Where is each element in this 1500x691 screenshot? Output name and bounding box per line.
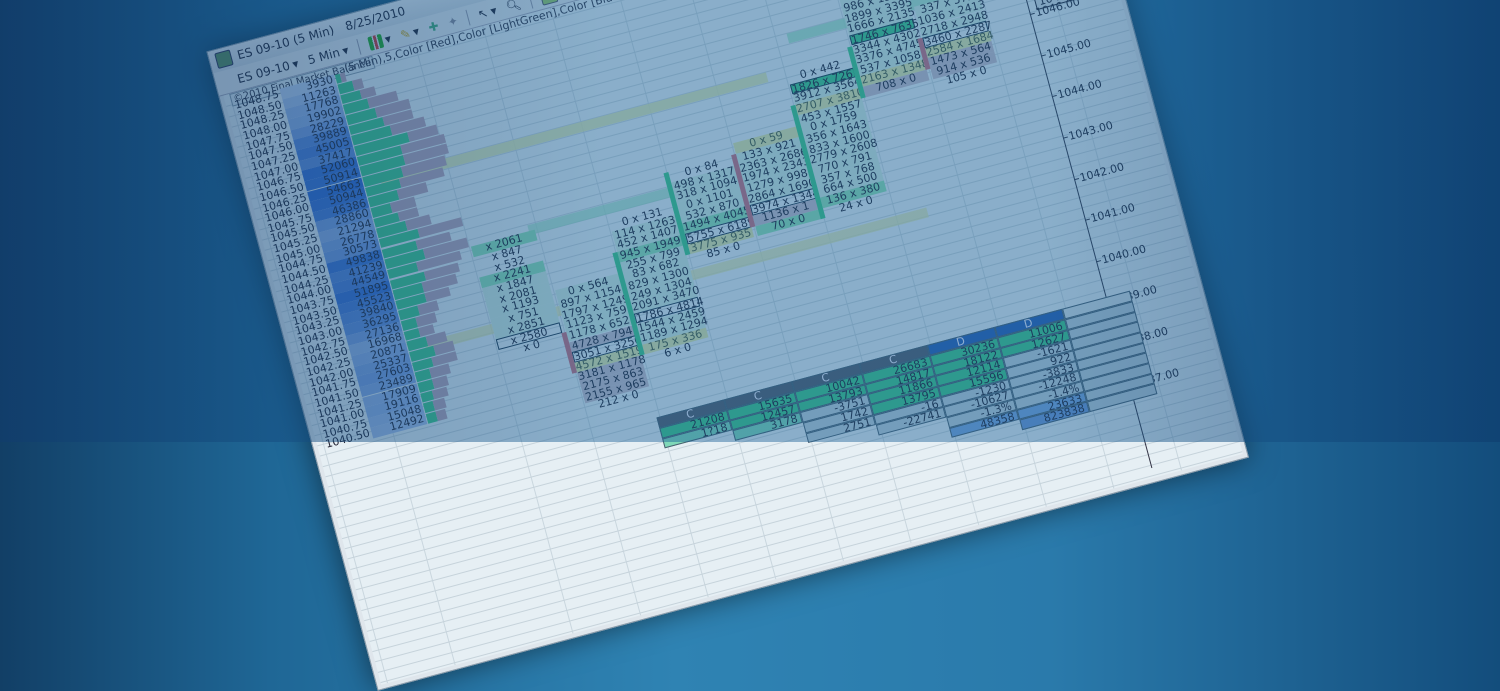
divider xyxy=(528,0,534,9)
chart-window: ES 09-10 (5 Min) 8/25/2010 ES 09-10 ▾ 5 M… xyxy=(206,0,1249,691)
axis-label: 1041.00 xyxy=(1089,200,1137,226)
axis-label: 1043.00 xyxy=(1067,118,1115,143)
axis-tick xyxy=(1073,177,1079,180)
candlestick-icon xyxy=(366,33,384,51)
axis-label: 1040.00 xyxy=(1100,242,1148,267)
chart-icon xyxy=(214,49,234,69)
cursor-button[interactable]: ↖ ▾ xyxy=(476,3,498,21)
axis-tick xyxy=(1062,136,1068,139)
chevron-down-icon: ▾ xyxy=(488,2,499,18)
axis-label: 1044.00 xyxy=(1056,77,1104,102)
chevron-down-icon: ▾ xyxy=(340,42,351,58)
axis-tick xyxy=(1084,218,1091,221)
divider xyxy=(355,38,362,55)
pencil-icon: ✎ xyxy=(398,25,413,42)
axis-tick xyxy=(1040,54,1046,57)
ask-volume-bar xyxy=(431,386,449,400)
axis-tick xyxy=(1095,259,1102,263)
ask-volume-bar xyxy=(435,408,448,421)
drawing-tool-button[interactable]: ✎ ▾ xyxy=(399,23,421,41)
cursor-icon: ↖ xyxy=(476,5,490,22)
footprint-chart[interactable]: ©2010 Final Market Balance (5 Min),5,Col… xyxy=(223,0,1243,685)
pin-icon: ✦ xyxy=(446,13,460,30)
chevron-down-icon: ▾ xyxy=(383,31,393,47)
interval-label: 5 Min xyxy=(306,44,342,67)
magnifier-icon: 🔍︎ xyxy=(504,0,523,14)
zoom-button[interactable]: 🔍︎ xyxy=(504,0,522,14)
axis-tick xyxy=(1051,95,1057,98)
chevron-down-icon: ▾ xyxy=(290,55,301,71)
chevron-down-icon: ▾ xyxy=(411,23,421,39)
divider xyxy=(465,9,471,25)
bar-type-icon[interactable] xyxy=(539,0,559,6)
remove-marker-button[interactable]: ✦ xyxy=(446,13,459,29)
chart-style-button[interactable]: ▾ xyxy=(366,31,393,51)
axis-label: 1042.00 xyxy=(1078,159,1126,185)
add-marker-button[interactable]: ✚ xyxy=(427,18,440,34)
pin-add-icon: ✚ xyxy=(426,18,441,35)
axis-tick xyxy=(1029,12,1035,16)
axis-label: 1045.00 xyxy=(1045,36,1093,61)
